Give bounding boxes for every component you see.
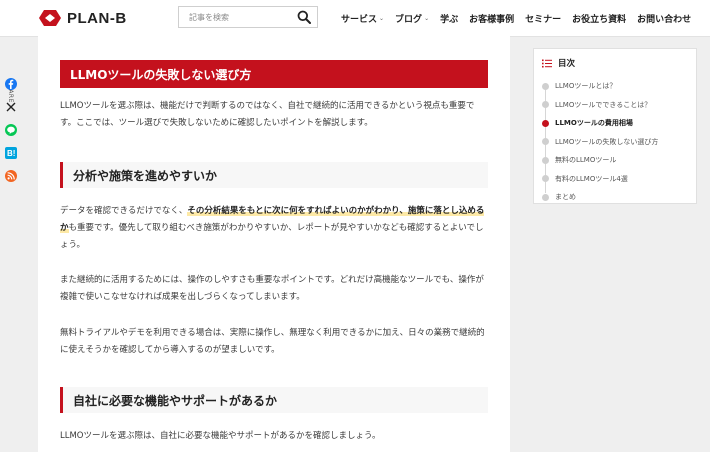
toc-dot	[542, 138, 549, 146]
paragraph-analysis-3: 無料トライアルやデモを利用できる場合は、実際に操作し、無理なく利用できるかに加え…	[60, 328, 485, 355]
toc-dot	[542, 119, 549, 127]
toc-dot	[542, 175, 549, 183]
site-logo[interactable]: PLAN-B	[38, 8, 127, 28]
section-heading-h2: LLMOツールの失敗しない選び方	[60, 60, 488, 88]
toc-item[interactable]: LLMOツールとは？	[542, 77, 658, 96]
rss-icon[interactable]	[5, 170, 17, 182]
search-icon[interactable]	[297, 10, 311, 24]
toc-item[interactable]: LLMOツールの失敗しない選び方	[542, 133, 658, 152]
line-icon[interactable]	[5, 124, 17, 136]
subheading-features: 自社に必要な機能やサポートがあるか	[60, 387, 488, 413]
table-of-contents: 目次 LLMOツールとは？ LLMOツールでできることは？ LLMOツールの費用…	[533, 48, 697, 204]
nav-item-services[interactable]: サービス ⌄	[341, 12, 384, 25]
nav-item-learn[interactable]: 学ぶ	[440, 12, 458, 25]
toc-title-text: 目次	[558, 59, 576, 69]
nav-label: サービス	[341, 15, 378, 25]
toc-title: 目次	[542, 57, 575, 69]
toc-item-label: LLMOツールでできることは？	[555, 100, 652, 109]
paragraph-features-1: LLMOツールを選ぶ際は、自社に必要な機能やサポートがあるかを確認しましょう。	[60, 431, 381, 441]
toc-dot	[542, 156, 549, 164]
hatena-icon[interactable]: B!	[5, 147, 17, 159]
toc-list: LLMOツールとは？ LLMOツールでできることは？ LLMOツールの費用相場 …	[542, 77, 658, 207]
svg-text:B!: B!	[7, 149, 15, 158]
paragraph-analysis-1: データを確認できるだけでなく、その分析結果をもとに次に何をすればよいのかがわかり…	[60, 203, 490, 254]
list-icon	[542, 59, 552, 67]
nav-item-seminar[interactable]: セミナー	[525, 12, 561, 25]
toc-dot	[542, 82, 549, 90]
toc-item-label: 無料のLLMOツール	[555, 156, 617, 165]
paragraph-text: も重要です。優先して取り組むべき施策がわかりやすいか、レポートが見やすいかなども…	[60, 223, 484, 250]
search-box	[178, 6, 318, 28]
nav-item-blog[interactable]: ブログ ⌄	[395, 12, 429, 25]
chevron-down-icon: ⌄	[424, 15, 430, 22]
logo-text: PLAN-B	[67, 9, 127, 27]
toc-item-label: LLMOツールの失敗しない選び方	[555, 137, 659, 146]
toc-item[interactable]: 有料のLLMOツール4選	[542, 170, 658, 189]
toc-item-label: LLMOツールとは？	[555, 82, 617, 91]
toc-item-label: LLMOツールの費用相場	[555, 119, 633, 128]
intro-paragraph: LLMOツールを選ぶ際は、機能だけで判断するのではなく、自社で継続的に活用できる…	[60, 101, 475, 128]
toc-dot	[542, 193, 549, 201]
toc-item[interactable]: LLMOツールでできることは？	[542, 96, 658, 115]
logo-mark-icon	[39, 10, 61, 26]
nav-item-case-studies[interactable]: お客様事例	[469, 12, 514, 25]
chevron-down-icon: ⌄	[379, 15, 385, 22]
nav-item-contact[interactable]: お問い合わせ	[637, 12, 691, 25]
toc-item[interactable]: まとめ	[542, 188, 658, 207]
article-body: LLMOツールの失敗しない選び方 LLMOツールを選ぶ際は、機能だけで判断するの…	[38, 36, 510, 452]
x-icon[interactable]	[5, 101, 17, 113]
toc-item-active[interactable]: LLMOツールの費用相場	[542, 114, 658, 133]
subheading-analysis: 分析や施策を進めやすいか	[60, 162, 488, 188]
facebook-icon[interactable]	[5, 78, 17, 90]
paragraph-text: データを確認できるだけでなく、	[60, 206, 188, 216]
paragraph-analysis-2: また継続的に活用するためには、操作のしやすさも重要なポイントです。どれだけ高機能…	[60, 275, 484, 302]
toc-item-label: 有料のLLMOツール4選	[555, 174, 628, 183]
search-input[interactable]	[179, 7, 291, 27]
main-nav: サービス ⌄ ブログ ⌄ 学ぶ お客様事例 セミナー お役立ち資料 お問い合わせ	[341, 12, 691, 25]
toc-item[interactable]: 無料のLLMOツール	[542, 151, 658, 170]
site-header: PLAN-B サービス ⌄ ブログ ⌄ 学ぶ お客様事例 セミナー お役立ち資料…	[0, 0, 710, 37]
nav-item-resources[interactable]: お役立ち資料	[572, 12, 626, 25]
toc-item-label: まとめ	[555, 193, 576, 202]
toc-dot	[542, 101, 549, 109]
share-bar: SHARE B!	[0, 36, 22, 452]
nav-label: ブログ	[395, 15, 423, 25]
